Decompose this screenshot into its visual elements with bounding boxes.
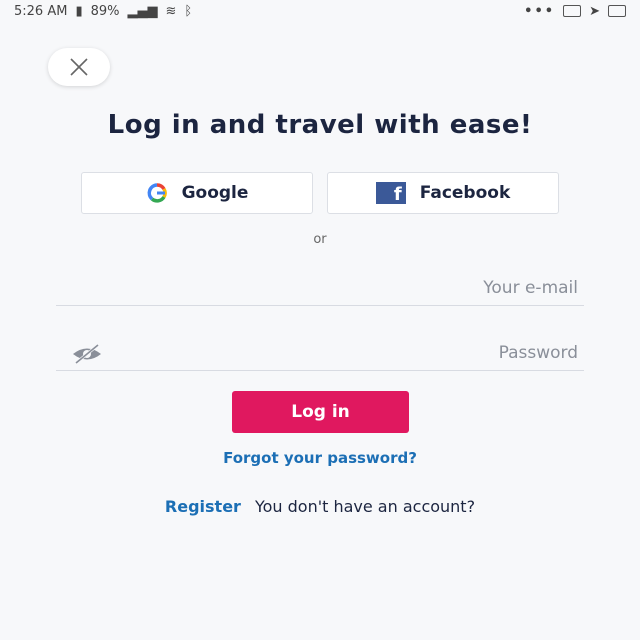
status-left: 5:26 AM ▮ 89% ▂▄▆ ≋ ᛒ (14, 4, 192, 19)
google-label: Google (181, 183, 249, 203)
notification-icon (563, 5, 582, 17)
signal-icon: ▂▄▆ (127, 3, 158, 19)
google-login-button[interactable]: Google (81, 172, 313, 214)
register-link[interactable]: Register (165, 497, 241, 516)
forgot-password-link[interactable]: Forgot your password? (0, 449, 640, 467)
hide-password-icon[interactable] (70, 343, 104, 365)
page-title: Log in and travel with ease! (107, 110, 533, 140)
status-bar: 5:26 AM ▮ 89% ▂▄▆ ≋ ᛒ ••• ➤ (0, 0, 640, 22)
facebook-icon: f (375, 182, 406, 204)
wifi-icon: ≋ (165, 3, 177, 19)
facebook-label: Facebook (419, 183, 511, 203)
email-field[interactable] (56, 270, 584, 305)
more-notifications-icon: ••• (524, 3, 556, 19)
register-prompt: You don't have an account? (254, 497, 476, 516)
or-divider: or (313, 232, 327, 247)
close-icon (70, 58, 88, 76)
register-row: Register You don't have an account? (0, 497, 640, 516)
login-button[interactable]: Log in (232, 391, 409, 433)
battery-level: 89% (90, 3, 120, 19)
facebook-login-button[interactable]: f Facebook (327, 172, 559, 214)
close-button[interactable] (48, 48, 110, 86)
google-icon (147, 183, 167, 203)
password-field[interactable] (56, 335, 584, 370)
image-icon (608, 5, 626, 17)
email-field-wrapper (56, 270, 584, 306)
send-icon: ➤ (589, 3, 600, 19)
status-right: ••• ➤ (524, 4, 626, 19)
password-field-wrapper (56, 335, 584, 371)
battery-icon: ▮ (75, 3, 83, 19)
clock: 5:26 AM (14, 3, 68, 19)
bluetooth-icon: ᛒ (184, 3, 193, 19)
